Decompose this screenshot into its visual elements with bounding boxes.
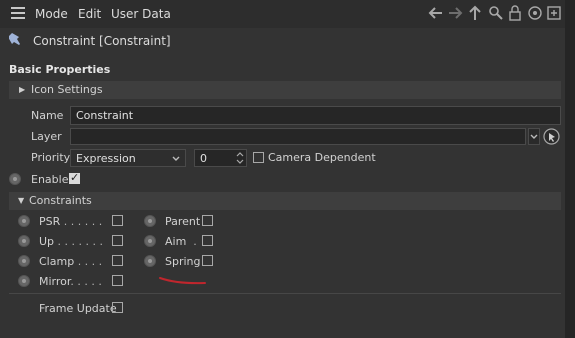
up-radio[interactable] — [18, 235, 30, 247]
lock-icon[interactable] — [508, 5, 522, 21]
mirror-label: Mirror. . . . . — [39, 275, 102, 288]
aim-radio[interactable] — [144, 235, 156, 247]
hamburger-menu-icon[interactable] — [11, 7, 25, 19]
constraint-tag-icon — [9, 33, 20, 45]
spring-radio[interactable] — [144, 255, 156, 267]
add-icon[interactable] — [546, 5, 562, 21]
camera-dependent-checkbox[interactable] — [253, 152, 264, 163]
arrow-left-icon[interactable] — [428, 5, 444, 21]
priority-label: Priority — [31, 151, 71, 164]
chevron-down-icon — [172, 156, 180, 161]
spring-checkbox[interactable] — [202, 255, 213, 266]
camera-dependent-label: Camera Dependent — [268, 151, 376, 164]
menu-mode[interactable]: Mode — [35, 7, 68, 21]
clamp-checkbox[interactable] — [112, 255, 123, 266]
mirror-radio[interactable] — [18, 275, 30, 287]
aim-checkbox[interactable] — [202, 235, 213, 246]
constraints-heading: Constraints — [29, 194, 92, 207]
spring-label: Spring — [165, 255, 201, 268]
layer-label: Layer — [31, 130, 62, 143]
basic-properties-heading: Basic Properties — [9, 63, 111, 76]
psr-radio[interactable] — [18, 215, 30, 227]
priority-value: Expression — [76, 152, 136, 165]
chevron-down-icon — [530, 134, 538, 139]
frame-update-label: Frame Update — [39, 302, 117, 315]
name-field[interactable]: Constraint — [70, 106, 561, 125]
aim-label: Aim . — [165, 235, 197, 248]
psr-label: PSR . . . . . . — [39, 215, 103, 228]
clamp-radio[interactable] — [18, 255, 30, 267]
menu-user-data[interactable]: User Data — [111, 7, 171, 21]
menu-edit[interactable]: Edit — [78, 7, 101, 21]
stepper-icon[interactable] — [236, 151, 244, 165]
layer-field[interactable] — [70, 128, 526, 145]
psr-checkbox[interactable] — [112, 215, 123, 226]
layer-dropdown-button[interactable] — [528, 128, 540, 145]
enable-animate-radio[interactable] — [9, 173, 21, 185]
up-checkbox[interactable] — [112, 235, 123, 246]
name-label: Name — [31, 109, 64, 122]
parent-label: Parent — [165, 215, 201, 228]
constraints-group[interactable]: ▼ Constraints — [9, 192, 561, 210]
layer-picker-icon[interactable] — [543, 128, 560, 145]
clamp-label: Clamp . . . . — [39, 255, 103, 268]
expand-triangle-icon: ▶ — [19, 85, 26, 94]
red-underline-annotation — [159, 277, 206, 285]
enable-label: Enable — [31, 173, 69, 186]
arrow-up-icon[interactable] — [467, 5, 483, 21]
parent-radio[interactable] — [144, 215, 156, 227]
icon-settings-group[interactable]: ▶ Icon Settings — [9, 81, 561, 99]
icon-settings-label: Icon Settings — [31, 83, 103, 96]
enable-checkbox[interactable] — [69, 171, 80, 184]
search-icon[interactable] — [488, 5, 504, 21]
priority-number-field[interactable]: 0 — [194, 149, 247, 167]
right-edge-strip — [565, 0, 575, 338]
object-title: Constraint [Constraint] — [33, 34, 171, 48]
priority-number-value: 0 — [200, 152, 207, 165]
priority-select[interactable]: Expression — [70, 149, 186, 167]
target-icon[interactable] — [527, 5, 543, 21]
parent-checkbox[interactable] — [202, 215, 213, 226]
menu-bar: Mode Edit User Data — [0, 0, 565, 28]
mirror-checkbox[interactable] — [112, 275, 123, 286]
arrow-right-icon[interactable] — [447, 5, 463, 21]
collapse-triangle-icon: ▼ — [18, 196, 25, 205]
up-label: Up . . . . . . . — [39, 235, 104, 248]
divider — [9, 293, 561, 294]
frame-update-checkbox[interactable] — [112, 302, 123, 313]
